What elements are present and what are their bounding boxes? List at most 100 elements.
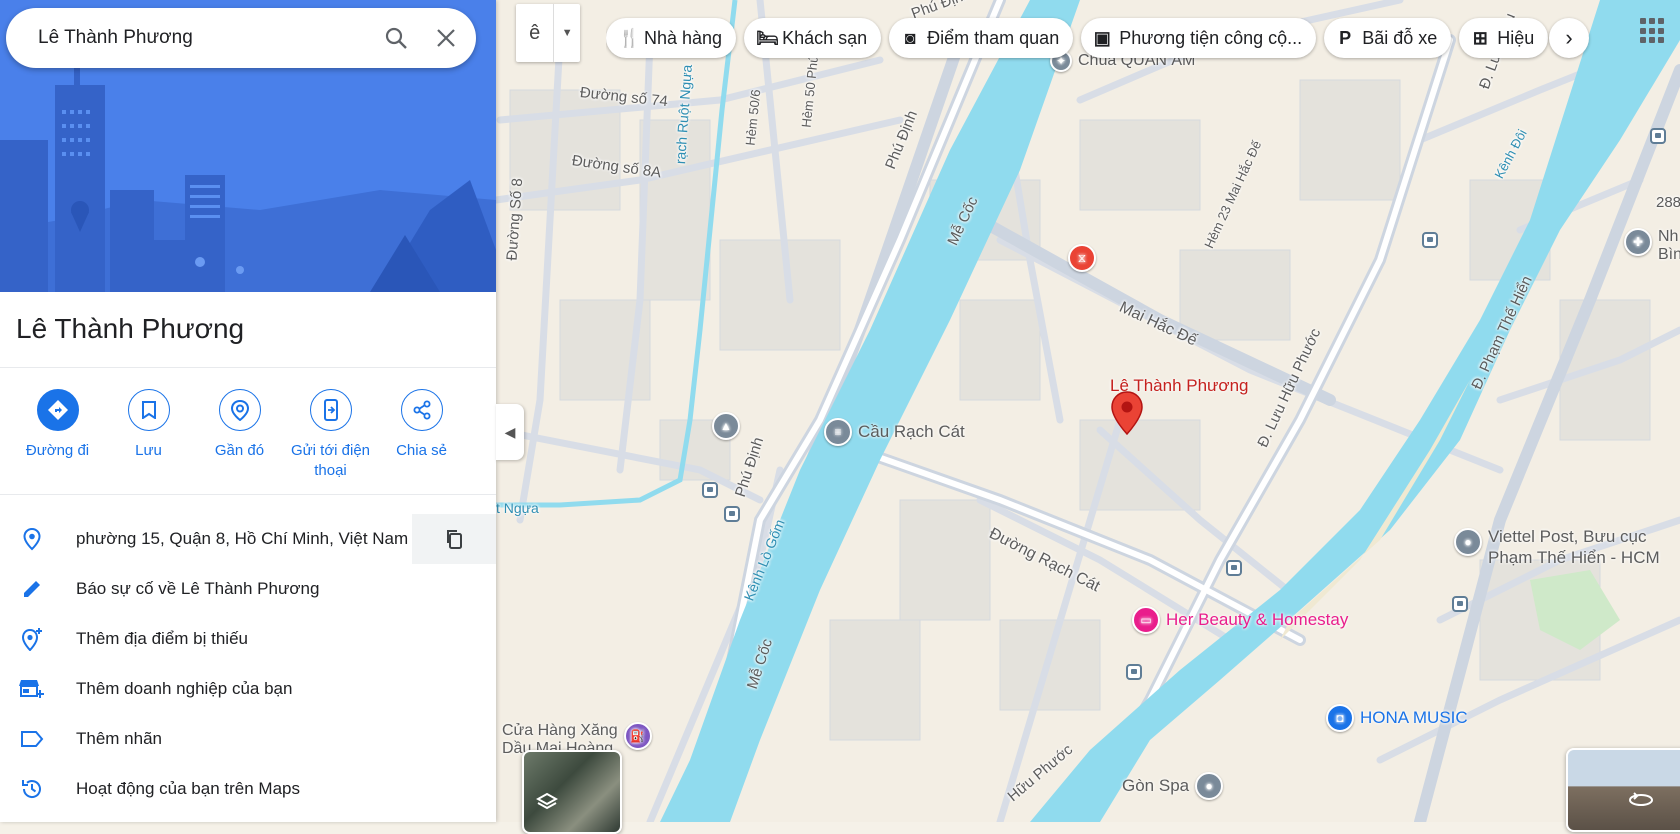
ime-char: ê: [529, 21, 541, 44]
parking-icon: P: [1339, 27, 1352, 48]
add-business-text: Thêm doanh nghiệp của bạn: [76, 679, 293, 698]
shopping-icon: ⧖: [1068, 244, 1096, 272]
poi-school[interactable]: ▲: [712, 412, 740, 440]
report-issue-row[interactable]: Báo sự cố về Lê Thành Phương: [0, 564, 496, 614]
place-panel: Lê Thành Phương Đường đi Lưu Gần đó Gửi …: [0, 0, 496, 822]
poi-label: HONA MUSIC: [1360, 708, 1468, 727]
bridge-icon: ≡: [824, 418, 852, 446]
label-tag-icon: [21, 731, 44, 747]
share-icon: [413, 400, 430, 420]
maps-activity-text: Hoạt động của bạn trên Maps: [76, 779, 300, 798]
map-pin-selected[interactable]: Lê Thành Phương: [1110, 376, 1248, 436]
send-to-phone-button[interactable]: Gửi tới điện thoại: [285, 389, 376, 481]
history-icon: [22, 780, 41, 798]
chip-label: Khách sạn: [782, 27, 868, 48]
chip-parking[interactable]: P Bãi đỗ xe: [1324, 18, 1452, 58]
clear-search-button[interactable]: [428, 20, 464, 56]
hotel-icon: 🛏: [756, 27, 779, 48]
copy-icon: [447, 530, 462, 549]
edit-pencil-icon: [24, 581, 40, 597]
chevron-right-icon: ›: [1565, 25, 1573, 50]
apps-grid-icon[interactable]: [1640, 18, 1666, 44]
chevron-down-icon[interactable]: ▼: [553, 4, 580, 62]
street-view-thumbnail[interactable]: [1566, 748, 1680, 832]
bus-stop-icon[interactable]: [1452, 596, 1468, 612]
chip-label: Nhà hàng: [644, 27, 723, 48]
chip-label: Bãi đỗ xe: [1362, 27, 1438, 48]
camera-icon: ◙: [904, 27, 916, 48]
school-icon: ▲: [712, 412, 740, 440]
chip-label: Phương tiện công cộ...: [1119, 27, 1303, 48]
poi-viettel-post[interactable]: ● Viettel Post, Bưu cục Phạm Thế Hiển - …: [1454, 527, 1660, 568]
chip-restaurants[interactable]: 🍴 Nhà hàng: [606, 18, 737, 58]
place-title: Lê Thành Phương: [16, 313, 245, 344]
directions-icon: [47, 400, 68, 420]
copy-address-button[interactable]: [412, 514, 496, 564]
poi-label: Viettel Post, Bưu cục: [1488, 527, 1647, 546]
bus-stop-icon[interactable]: [724, 506, 740, 522]
maps-activity-row[interactable]: Hoạt động của bạn trên Maps: [0, 764, 496, 814]
nearby-icon: [230, 399, 249, 421]
action-label: Lưu: [135, 442, 162, 459]
poi-gon-spa[interactable]: ● Gòn Spa: [1122, 772, 1224, 800]
share-button[interactable]: Chia sẻ: [376, 389, 467, 481]
send-to-phone-icon: [323, 399, 338, 421]
action-label: Gửi tới điện thoại: [290, 442, 371, 479]
bus-stop-icon[interactable]: [1422, 232, 1438, 248]
poi-label: Gòn Spa: [1122, 776, 1190, 795]
address-text: phường 15, Quận 8, Hồ Chí Minh, Việt Nam: [76, 529, 409, 548]
rotate-360-icon: [1629, 792, 1653, 806]
search-input[interactable]: [36, 26, 370, 50]
spa-icon: ●: [1195, 772, 1224, 800]
chip-scroll-next-button[interactable]: ›: [1549, 18, 1589, 58]
poi-her-beauty[interactable]: ▭ Her Beauty & Homestay: [1132, 606, 1348, 634]
action-buttons: Đường đi Lưu Gần đó Gửi tới điện thoại C…: [12, 389, 467, 481]
layers-button[interactable]: [522, 750, 622, 834]
transit-icon: ▣: [1093, 27, 1111, 48]
divider: [0, 494, 496, 495]
church-icon: ✚: [1624, 228, 1652, 256]
nearby-button[interactable]: Gần đó: [194, 389, 285, 481]
hotel-icon: ▭: [1132, 606, 1160, 634]
directions-button[interactable]: Đường đi: [12, 389, 103, 481]
add-business-icon: [19, 680, 44, 698]
layers-icon: [536, 792, 558, 810]
bus-stop-icon[interactable]: [1650, 128, 1666, 144]
divider: [0, 367, 496, 368]
poi-label: Nh: [1658, 228, 1679, 245]
action-label: Chia sẻ: [396, 442, 447, 459]
add-label-row[interactable]: Thêm nhãn: [0, 714, 496, 764]
poi-hospital[interactable]: ✚ Nh Bìn: [1624, 228, 1680, 264]
search-icon: [385, 27, 407, 49]
bus-stop-icon[interactable]: [1126, 664, 1142, 680]
red-pin-icon: [1111, 391, 1143, 436]
chip-attractions[interactable]: ◙ Điểm tham quan: [889, 18, 1074, 58]
collapse-panel-button[interactable]: ◀: [496, 404, 524, 460]
close-icon: [437, 29, 455, 47]
post-office-icon: ●: [1454, 528, 1482, 556]
poi-shopping[interactable]: ⧖: [1068, 244, 1096, 272]
add-missing-place-row[interactable]: Thêm địa điểm bị thiếu: [0, 614, 496, 664]
add-business-row[interactable]: Thêm doanh nghiệp của bạn: [0, 664, 496, 714]
add-label-text: Thêm nhãn: [76, 729, 162, 748]
chip-pharmacy[interactable]: ⊞ Hiệu: [1459, 18, 1549, 58]
bookmark-icon: [141, 401, 156, 419]
poi-hona-music[interactable]: ◘ HONA MUSIC: [1326, 704, 1468, 732]
search-box[interactable]: [6, 8, 476, 68]
report-issue-text: Báo sự cố về Lê Thành Phương: [76, 579, 320, 598]
pharmacy-icon: ⊞: [1472, 27, 1488, 48]
gas-station-icon: ⛽: [623, 722, 652, 750]
chip-transit[interactable]: ▣ Phương tiện công cộ...: [1081, 18, 1317, 58]
ime-indicator[interactable]: ê ▼: [516, 4, 580, 62]
location-pin-icon: [23, 527, 41, 551]
add-missing-place-text: Thêm địa điểm bị thiếu: [76, 629, 248, 648]
category-chip-bar: 🍴 Nhà hàng 🛏 Khách sạn ◙ Điểm tham quan …: [606, 10, 1586, 70]
chip-hotels[interactable]: 🛏 Khách sạn: [744, 18, 882, 58]
bus-stop-icon[interactable]: [702, 482, 718, 498]
restaurant-icon: 🍴: [618, 27, 641, 48]
search-button[interactable]: [378, 20, 414, 56]
bus-stop-icon[interactable]: [1226, 560, 1242, 576]
poi-cau-rach-cat[interactable]: ≡ Cầu Rạch Cát: [824, 418, 965, 446]
save-button[interactable]: Lưu: [103, 389, 194, 481]
add-location-icon: [21, 628, 42, 651]
